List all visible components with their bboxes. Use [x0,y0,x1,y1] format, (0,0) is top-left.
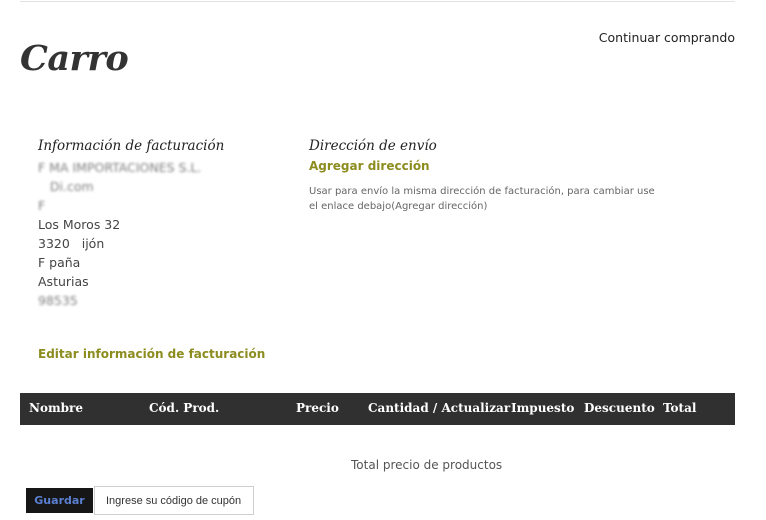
billing-line-country: F paña [38,255,81,270]
edit-billing-link[interactable]: Editar información de facturación [38,347,265,361]
billing-line-fax [38,329,201,348]
save-button[interactable]: Guardar [26,488,93,513]
column-header-tax: Impuesto [511,401,575,415]
add-address-link[interactable]: Agregar dirección [309,159,430,173]
billing-line-website: Di.com [38,179,94,194]
column-header-code: Cód. Prod. [149,401,220,415]
billing-line-street: Los Moros 32 [38,217,121,232]
column-header-name: Nombre [29,401,84,415]
billing-line-company: F MA IMPORTACIONES S.L. [38,160,202,175]
top-divider [20,1,735,2]
billing-line-phone-2 [38,310,201,329]
billing-line-region: Asturias [38,274,89,289]
cart-table-header: Nombre Cód. Prod. Precio Cantidad / Actu… [20,393,735,425]
column-header-price: Precio [296,401,339,415]
coupon-code-input[interactable] [94,486,254,515]
column-header-total: Total [663,401,697,415]
column-header-quantity: Cantidad / Actualizar [368,401,511,415]
column-header-discount: Descuento [584,401,655,415]
billing-line-taxid: F [38,198,97,213]
billing-line-phone: 98535 [38,293,94,308]
continue-shopping-link[interactable]: Continuar comprando [599,30,735,45]
billing-line-city: 3320 ijón [38,236,105,251]
billing-address-lines: F MA IMPORTACIONES S.L. Di.com F Los Mor… [38,158,201,348]
shipping-note: Usar para envío la misma dirección de fa… [309,186,655,212]
products-total-label: Total precio de productos [351,458,503,472]
page-title: Carro [20,38,129,79]
billing-heading: Información de facturación [38,138,225,154]
shipping-heading: Dirección de envío [309,138,437,154]
